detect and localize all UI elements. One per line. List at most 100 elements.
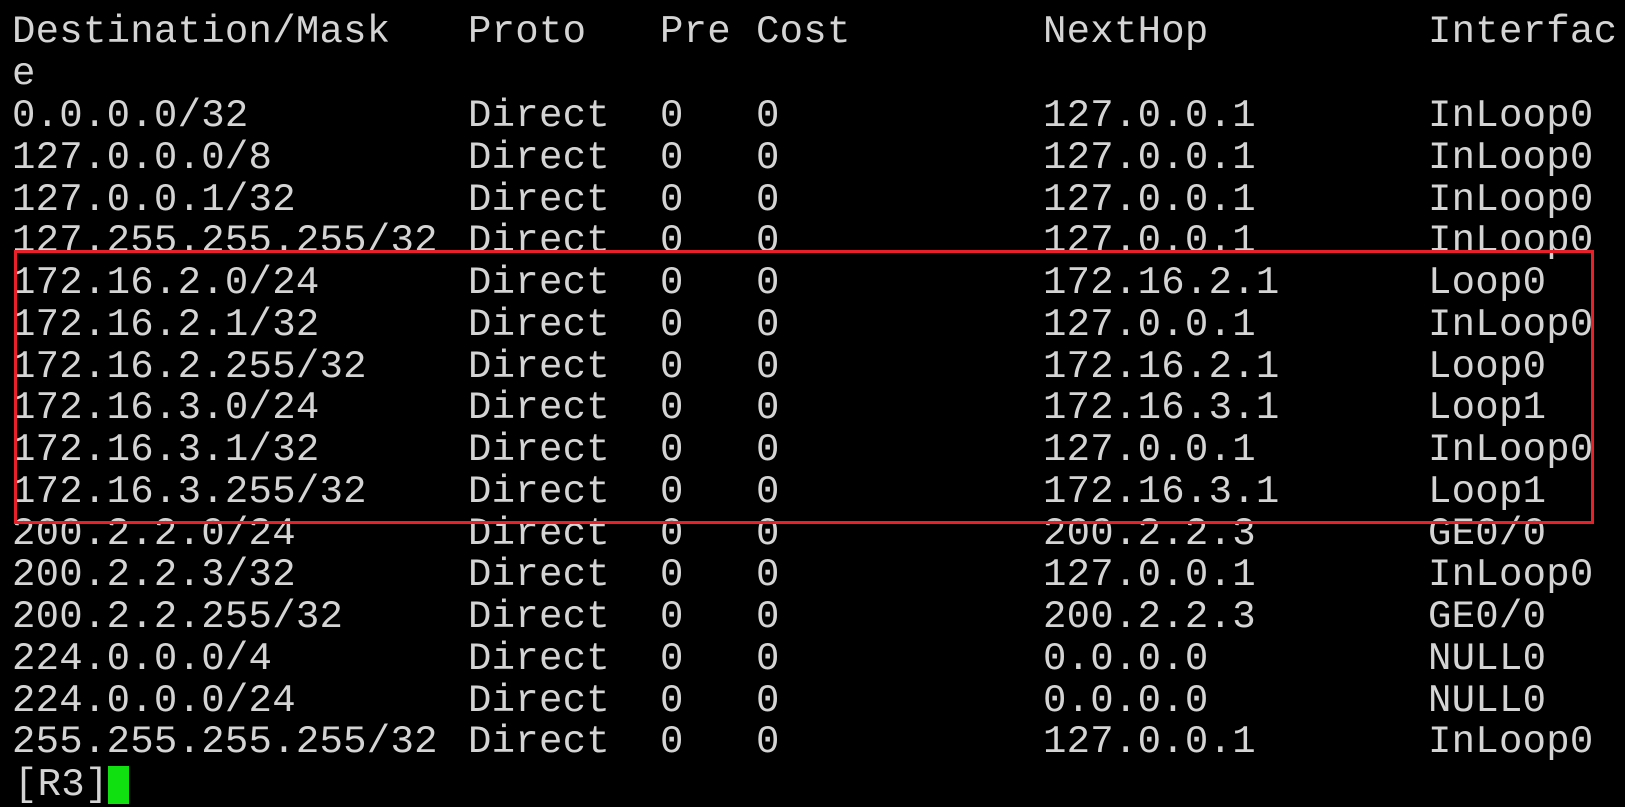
route-proto: Direct bbox=[468, 469, 610, 514]
route-nexthop: 172.16.2.1 bbox=[1043, 344, 1280, 389]
route-interface: GE0/0 bbox=[1428, 511, 1547, 556]
route-pre: 0 bbox=[660, 469, 684, 514]
route-nexthop: 172.16.2.1 bbox=[1043, 261, 1280, 305]
route-destination: 200.2.2.255/32 bbox=[12, 595, 344, 639]
route-proto: Direct bbox=[468, 177, 610, 222]
route-cost: 0 bbox=[756, 720, 780, 765]
route-destination: 172.16.2.1/32 bbox=[12, 302, 320, 347]
route-destination: 172.16.3.1/32 bbox=[12, 428, 320, 472]
route-destination: 172.16.2.0/24 bbox=[12, 261, 320, 305]
route-cost: 0 bbox=[756, 553, 780, 598]
header-destination-mask: Destination/Mask bbox=[12, 10, 391, 54]
route-pre: 0 bbox=[660, 511, 684, 556]
route-nexthop: 172.16.3.1 bbox=[1043, 469, 1280, 514]
header-wrap-line: e bbox=[0, 53, 95, 95]
route-nexthop: 172.16.3.1 bbox=[1043, 386, 1280, 431]
route-destination: 172.16.3.0/24 bbox=[12, 386, 320, 431]
route-destination: 200.2.2.3/32 bbox=[12, 553, 296, 598]
route-cost: 0 bbox=[756, 511, 780, 556]
route-nexthop: 200.2.2.3 bbox=[1043, 511, 1256, 556]
route-nexthop: 127.0.0.1 bbox=[1043, 135, 1256, 180]
route-cost: 0 bbox=[756, 135, 780, 180]
route-pre: 0 bbox=[660, 428, 684, 472]
route-nexthop: 127.0.0.1 bbox=[1043, 720, 1256, 765]
route-proto: Direct bbox=[468, 261, 610, 305]
route-pre: 0 bbox=[660, 595, 684, 639]
terminal-window[interactable]: Destination/Mask Proto Pre Cost NextHop … bbox=[0, 0, 1625, 806]
route-proto: Direct bbox=[468, 720, 610, 765]
route-interface: InLoop0 bbox=[1428, 553, 1594, 598]
route-proto: Direct bbox=[468, 386, 610, 431]
header-nexthop: NextHop bbox=[1043, 10, 1209, 54]
route-cost: 0 bbox=[756, 428, 780, 472]
route-interface: InLoop0 bbox=[1428, 720, 1594, 765]
route-pre: 0 bbox=[660, 678, 684, 723]
route-cost: 0 bbox=[756, 469, 780, 514]
route-destination: 0.0.0.0/32 bbox=[12, 94, 249, 138]
route-proto: Direct bbox=[468, 553, 610, 598]
command-prompt: [R3] bbox=[14, 763, 109, 807]
route-cost: 0 bbox=[756, 219, 780, 264]
routing-table-header: Destination/Mask Proto Pre Cost NextHop … bbox=[0, 11, 1617, 53]
route-interface: GE0/0 bbox=[1428, 595, 1547, 639]
route-interface: InLoop0 bbox=[1428, 428, 1594, 472]
route-destination: 200.2.2.0/24 bbox=[12, 511, 296, 556]
route-destination: 172.16.2.255/32 bbox=[12, 344, 367, 389]
header-interface-wrap: e bbox=[12, 52, 36, 96]
route-destination: 172.16.3.255/32 bbox=[12, 469, 367, 514]
route-destination: 224.0.0.0/4 bbox=[12, 636, 273, 681]
route-interface: NULL0 bbox=[1428, 636, 1547, 681]
route-pre: 0 bbox=[660, 553, 684, 598]
route-destination: 255.255.255.255/32 bbox=[12, 720, 438, 765]
route-destination: 127.0.0.0/8 bbox=[12, 135, 273, 180]
route-interface: InLoop0 bbox=[1428, 219, 1594, 264]
header-cost: Cost bbox=[756, 10, 851, 54]
route-nexthop: 0.0.0.0 bbox=[1043, 636, 1209, 681]
route-proto: Direct bbox=[468, 678, 610, 723]
route-pre: 0 bbox=[660, 720, 684, 765]
route-pre: 0 bbox=[660, 344, 684, 389]
route-pre: 0 bbox=[660, 177, 684, 222]
route-interface: InLoop0 bbox=[1428, 302, 1594, 347]
route-nexthop: 127.0.0.1 bbox=[1043, 428, 1256, 472]
route-cost: 0 bbox=[756, 94, 780, 138]
route-pre: 0 bbox=[660, 302, 684, 347]
route-proto: Direct bbox=[468, 302, 610, 347]
route-pre: 0 bbox=[660, 219, 684, 264]
route-cost: 0 bbox=[756, 595, 780, 639]
route-proto: Direct bbox=[468, 511, 610, 556]
route-nexthop: 200.2.2.3 bbox=[1043, 595, 1256, 639]
route-nexthop: 127.0.0.1 bbox=[1043, 302, 1256, 347]
route-nexthop: 0.0.0.0 bbox=[1043, 678, 1209, 723]
route-nexthop: 127.0.0.1 bbox=[1043, 177, 1256, 222]
route-interface: NULL0 bbox=[1428, 678, 1547, 723]
route-cost: 0 bbox=[756, 302, 780, 347]
route-pre: 0 bbox=[660, 636, 684, 681]
route-interface: Loop0 bbox=[1428, 261, 1547, 305]
route-proto: Direct bbox=[468, 595, 610, 639]
route-pre: 0 bbox=[660, 94, 684, 138]
route-pre: 0 bbox=[660, 386, 684, 431]
route-interface: InLoop0 bbox=[1428, 135, 1594, 180]
cursor-block[interactable] bbox=[108, 766, 129, 804]
route-proto: Direct bbox=[468, 135, 610, 180]
header-proto: Proto bbox=[468, 10, 587, 54]
route-cost: 0 bbox=[756, 177, 780, 222]
route-destination: 224.0.0.0/24 bbox=[12, 678, 296, 723]
header-pre: Pre bbox=[660, 10, 731, 54]
route-destination: 127.255.255.255/32 bbox=[12, 219, 438, 264]
route-proto: Direct bbox=[468, 344, 610, 389]
route-proto: Direct bbox=[468, 428, 610, 472]
route-cost: 0 bbox=[756, 386, 780, 431]
route-cost: 0 bbox=[756, 678, 780, 723]
route-interface: Loop1 bbox=[1428, 386, 1547, 431]
route-destination: 127.0.0.1/32 bbox=[12, 177, 296, 222]
route-nexthop: 127.0.0.1 bbox=[1043, 553, 1256, 598]
route-cost: 0 bbox=[756, 344, 780, 389]
route-interface: InLoop0 bbox=[1428, 177, 1594, 222]
route-interface: InLoop0 bbox=[1428, 94, 1594, 138]
route-proto: Direct bbox=[468, 94, 610, 138]
route-interface: Loop0 bbox=[1428, 344, 1547, 389]
route-nexthop: 127.0.0.1 bbox=[1043, 94, 1256, 138]
header-interface: Interfac bbox=[1428, 10, 1618, 54]
